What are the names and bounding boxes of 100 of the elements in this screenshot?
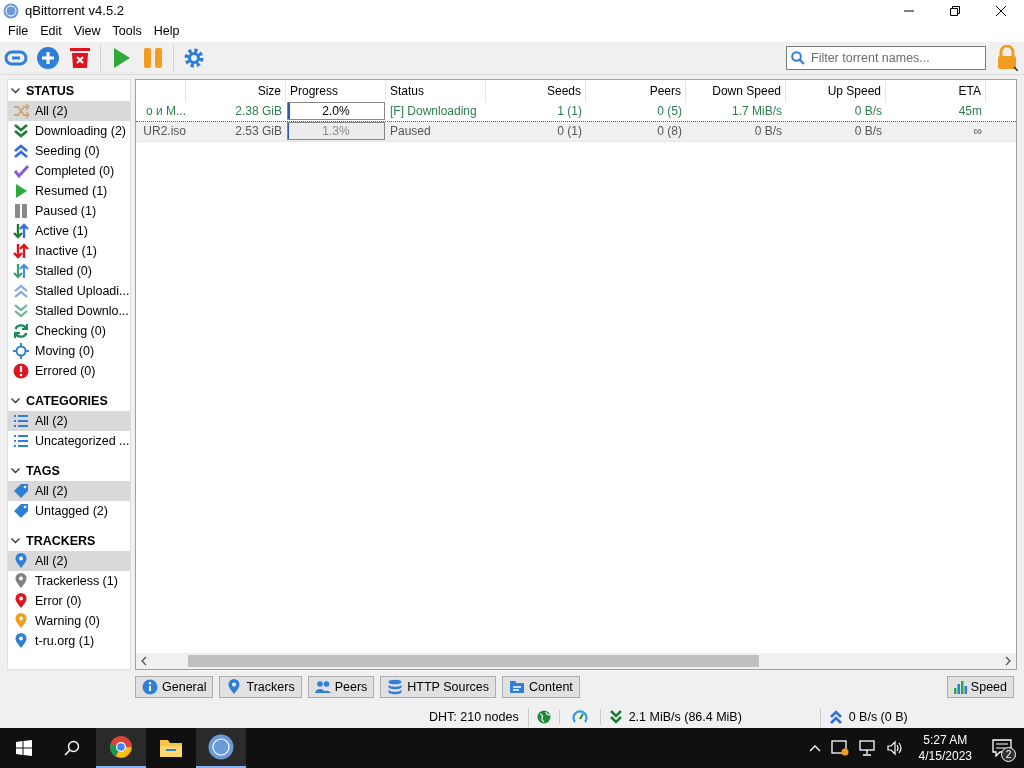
info-icon <box>142 679 158 696</box>
globe-icon <box>536 710 551 725</box>
folder-icon <box>509 679 526 696</box>
up-down-arrows-icon <box>13 243 29 259</box>
chevrons-up-icon <box>13 143 29 159</box>
column-header[interactable]: ETA <box>886 80 986 102</box>
browser-button[interactable] <box>96 728 146 768</box>
restore-icon[interactable] <box>950 5 960 16</box>
sidebar-item[interactable]: Paused (1) <box>8 201 130 221</box>
menu-item[interactable]: View <box>67 22 107 42</box>
collapse-caret-icon[interactable] <box>11 468 20 474</box>
table-cell-text: [F] Downloading <box>389 103 478 121</box>
sidebar-item[interactable]: Checking (0) <box>8 321 130 341</box>
search-icon <box>64 740 80 756</box>
sidebar-item[interactable]: All (2) <box>8 481 130 501</box>
tab-button[interactable]: Trackers <box>219 676 302 699</box>
message-icon <box>992 739 1012 757</box>
collapse-caret-icon[interactable] <box>11 538 20 544</box>
windows-icon <box>16 740 32 756</box>
section-heading: TRACKERS <box>26 532 96 550</box>
sidebar-item[interactable]: Stalled Downlo... <box>8 301 130 321</box>
column-header[interactable]: Seeds <box>486 80 586 102</box>
sidebar-item[interactable]: Moving (0) <box>8 341 130 361</box>
table-cell-text: о и М... <box>144 103 186 121</box>
tab-button[interactable]: Content <box>502 676 580 699</box>
table-row[interactable]: о и М... 2.38 GiB 2.0% [F] Downloading 1 (1) 0 (5) 1.7 MiB/s 0 B/s 45m <box>136 102 1016 122</box>
menu-item[interactable]: Help <box>147 22 186 42</box>
folder-icon <box>159 738 183 758</box>
delete-icon <box>68 46 92 71</box>
refresh-icon <box>13 323 29 339</box>
table-cell-text: Paused <box>389 123 432 141</box>
sidebar-item[interactable]: Resumed (1) <box>8 181 130 201</box>
column-header[interactable]: Up Speed <box>786 80 886 102</box>
sidebar-item[interactable]: All (2) <box>8 411 130 431</box>
sidebar-item[interactable]: Completed (0) <box>8 161 130 181</box>
add-icon <box>36 46 60 71</box>
sidebar-item[interactable]: Error (0) <box>8 591 130 611</box>
sidebar-item[interactable]: Warning (0) <box>8 611 130 631</box>
chevron-up-icon <box>808 744 821 752</box>
qbittorrent-button[interactable] <box>196 728 246 768</box>
speed-button[interactable]: Speed <box>946 676 1014 699</box>
section-heading: CATEGORIES <box>26 392 108 410</box>
column-header[interactable]: Down Speed <box>686 80 786 102</box>
table-cell-text: 2.53 GiB <box>234 123 283 141</box>
chevrons-down-icon <box>608 710 623 725</box>
table-row[interactable]: UR2.iso 2.53 GiB 1.3% Paused 0 (1) 0 (8) 0 B/s 0 B/s ∞ <box>136 122 1016 142</box>
pause-icon <box>13 203 29 219</box>
column-header[interactable]: Peers <box>586 80 686 102</box>
column-header[interactable]: Size <box>186 80 286 102</box>
tab-button[interactable]: Peers <box>307 676 375 699</box>
tag-icon <box>13 483 29 499</box>
horizontal-scrollbar[interactable] <box>136 652 1016 669</box>
sidebar-item[interactable]: All (2) <box>8 551 130 571</box>
clock-date: 4/15/2023 <box>918 748 972 764</box>
chevrons-up-icon <box>828 710 843 725</box>
shuffle-icon <box>13 103 29 119</box>
add-button[interactable] <box>36 46 60 71</box>
sidebar-item[interactable]: Trackerless (1) <box>8 571 130 591</box>
sidebar-item[interactable]: Stalled (0) <box>8 261 130 281</box>
app-logo-icon <box>208 734 234 760</box>
table-cell-text: 0 (1) <box>556 123 583 141</box>
sidebar-item[interactable]: Stalled Uploadi... <box>8 281 130 301</box>
table-cell-text: 1 (1) <box>556 103 583 121</box>
collapse-caret-icon[interactable] <box>11 398 20 404</box>
table-cell-text: 1.7 MiB/s <box>731 103 783 121</box>
sidebar-item[interactable]: All (2) <box>8 101 130 121</box>
column-header[interactable]: Status <box>386 80 486 102</box>
sidebar-item[interactable]: Downloading (2) <box>8 121 130 141</box>
upload-speed: 0 B/s (0 B) <box>848 709 908 727</box>
sidebar-item[interactable]: Seeding (0) <box>8 141 130 161</box>
table-cell-text: 2.38 GiB <box>234 103 283 121</box>
database-icon <box>387 679 404 696</box>
network-icon <box>858 740 877 756</box>
check-icon <box>13 163 29 179</box>
up-down-arrows-icon <box>13 263 29 279</box>
collapse-caret-icon[interactable] <box>11 88 20 94</box>
tab-button[interactable]: General <box>135 676 214 699</box>
tab-button[interactable]: HTTP Sources <box>380 676 497 699</box>
table-cell-text: 45m <box>957 103 983 121</box>
sidebar-item[interactable]: Inactive (1) <box>8 241 130 261</box>
search-field[interactable]: Filter torrent names... <box>786 46 986 71</box>
list-icon <box>13 413 29 429</box>
window-title: qBittorrent v4.5.2 <box>25 1 124 20</box>
clock-time: 5:27 AM <box>923 732 968 748</box>
sidebar-item[interactable]: Errored (0) <box>8 361 130 381</box>
notification-count: 2 <box>1001 747 1016 762</box>
lock-icon <box>996 45 1018 72</box>
menu-item[interactable]: Edit <box>34 22 68 42</box>
notifications-button[interactable]: 2 <box>980 728 1024 768</box>
column-header[interactable]: Progress <box>286 80 386 102</box>
sidebar-item[interactable]: Active (1) <box>8 221 130 241</box>
menu-item[interactable]: File <box>2 22 35 42</box>
sidebar-item[interactable]: Uncategorized ... <box>8 431 130 451</box>
sidebar-item[interactable]: t-ru.org (1) <box>8 631 130 651</box>
close-icon[interactable] <box>995 4 1007 17</box>
menu-item[interactable]: Tools <box>106 22 148 42</box>
delete-button[interactable] <box>68 46 92 71</box>
section-heading: STATUS <box>26 82 75 100</box>
sidebar-item[interactable]: Untagged (2) <box>8 501 130 521</box>
table-cell-text: UR2.iso <box>142 123 186 141</box>
